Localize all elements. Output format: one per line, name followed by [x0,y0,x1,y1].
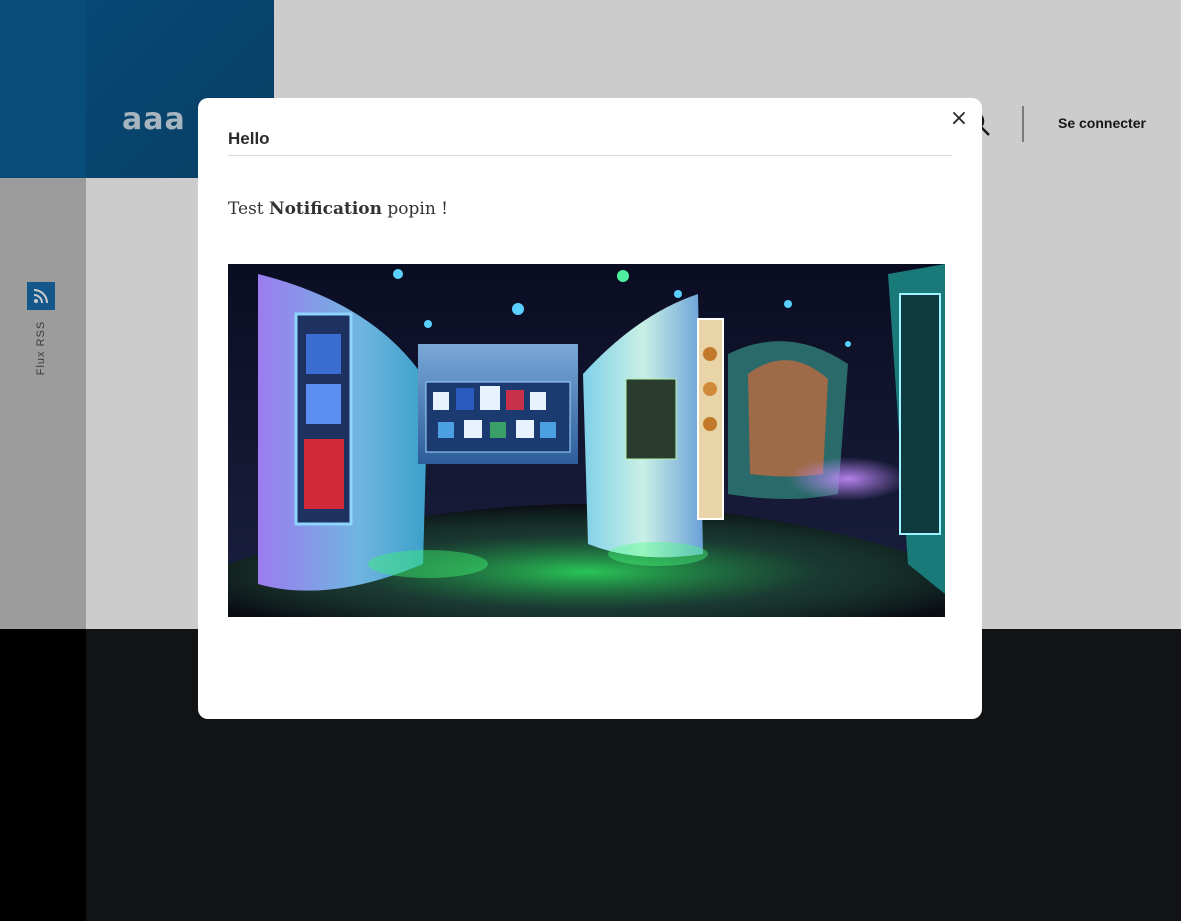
modal-message: Test Notification popin ! [228,199,448,219]
museum-gallery-image [228,264,945,617]
modal-divider [228,155,952,156]
message-suffix: popin ! [381,199,449,219]
notification-modal: Hello × Test Notification popin ! [198,98,982,719]
message-prefix: Test [228,199,270,219]
modal-title: Hello [228,129,270,148]
close-icon[interactable]: × [948,108,970,130]
message-bold: Notification [269,199,382,219]
